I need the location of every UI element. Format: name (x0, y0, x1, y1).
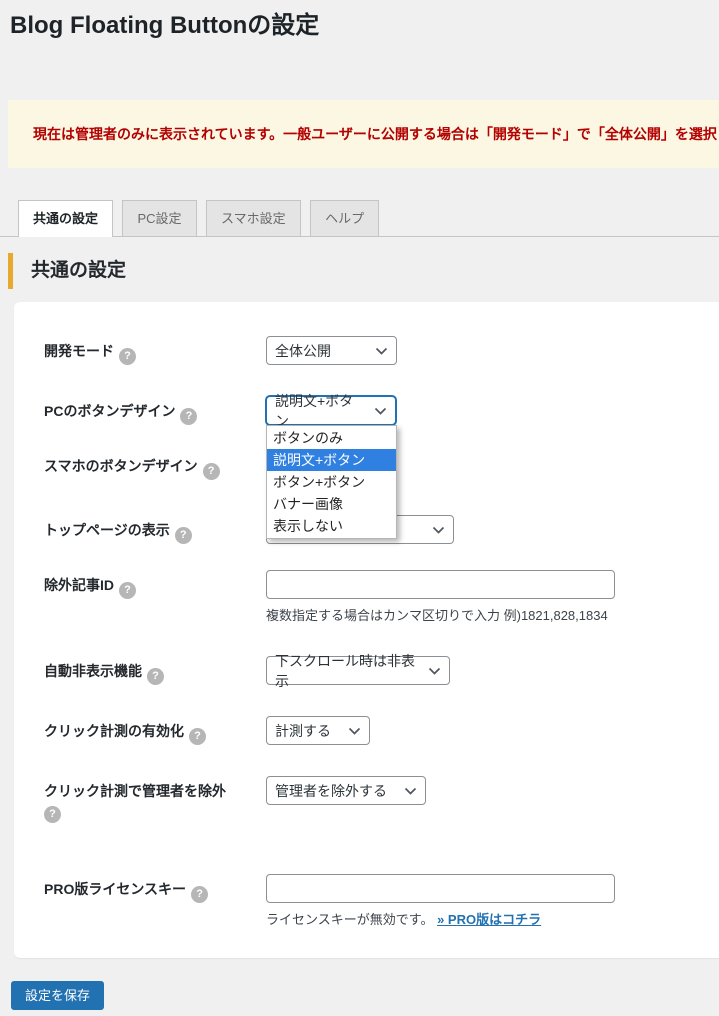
help-icon[interactable]: ? (44, 806, 61, 823)
chevron-down-icon (374, 407, 387, 415)
license-field-group: ライセンスキーが無効です。 » PRO版はコチラ (266, 874, 615, 928)
save-settings-button[interactable]: 設定を保存 (11, 981, 105, 1010)
pro-version-link[interactable]: » PRO版はコチラ (437, 912, 541, 927)
chevron-down-icon (375, 347, 388, 355)
chevron-down-icon (428, 667, 441, 675)
exclude-ids-field-group: 複数指定する場合はカンマ区切りで入力 例)1821,828,1834 (266, 570, 615, 624)
auto-hide-select[interactable]: 下スクロール時は非表示 (266, 653, 450, 689)
admin-notice-text: 現在は管理者のみに表示されています。一般ユーザーに公開する場合は「開発モード」で… (33, 126, 717, 142)
dev-mode-select-value: 全体公開 (275, 342, 331, 359)
section-heading: 共通の設定 (8, 253, 719, 289)
tab-pc-settings[interactable]: PC設定 (122, 200, 197, 236)
dev-mode-select[interactable]: 全体公開 (266, 336, 397, 365)
exclude-admin-select[interactable]: 管理者を除外する (266, 776, 426, 805)
option-banner-image[interactable]: バナー画像 (267, 493, 396, 515)
tab-help[interactable]: ヘルプ (310, 200, 380, 236)
top-page-label: トップページの表示? (44, 515, 266, 544)
pc-design-option-list: ボタンのみ 説明文+ボタン ボタン+ボタン バナー画像 表示しない (266, 425, 397, 539)
row-click-tracking: クリック計測の有効化? 計測する (44, 716, 719, 745)
click-track-select-value: 計測する (275, 722, 331, 739)
option-hide[interactable]: 表示しない (267, 515, 396, 537)
pc-design-select[interactable]: 説明文+ボタン (266, 393, 396, 429)
dev-mode-label: 開発モード? (44, 336, 266, 365)
help-icon[interactable]: ? (189, 728, 206, 745)
click-track-label: クリック計測の有効化? (44, 716, 266, 745)
license-status-text: ライセンスキーが無効です。 » PRO版はコチラ (266, 912, 542, 927)
page-title: Blog Floating Buttonの設定 (10, 12, 320, 39)
tab-common-settings[interactable]: 共通の設定 (18, 200, 114, 237)
help-icon[interactable]: ? (191, 886, 209, 903)
click-track-select[interactable]: 計測する (266, 716, 370, 745)
row-pro-license-key: PRO版ライセンスキー? ライセンスキーが無効です。 » PRO版はコチラ (44, 874, 719, 928)
exclude-admin-select-value: 管理者を除外する (275, 782, 387, 799)
exclude-ids-label: 除外記事ID? (44, 570, 266, 599)
auto-hide-label: 自動非表示機能? (44, 656, 266, 685)
help-icon[interactable]: ? (119, 348, 136, 365)
row-pc-button-design: PCのボタンデザイン? 説明文+ボタン ボタンのみ 説明文+ボタン ボタン+ボタ… (44, 393, 719, 539)
settings-panel: 開発モード? 全体公開 PCのボタンデザイン? 説明文+ボタン ボタンのみ 説明… (14, 302, 719, 958)
help-icon[interactable]: ? (180, 408, 198, 425)
help-icon[interactable]: ? (202, 463, 220, 480)
row-auto-hide: 自動非表示機能? 下スクロール時は非表示 (44, 653, 719, 689)
admin-notice-banner: 現在は管理者のみに表示されています。一般ユーザーに公開する場合は「開発モード」で… (8, 100, 719, 168)
sp-design-label: スマホのボタンデザイン? (44, 451, 266, 480)
option-buttons-only[interactable]: ボタンのみ (267, 427, 396, 449)
exclude-admin-label: クリック計測で管理者を除外? (44, 776, 266, 823)
row-exclude-post-ids: 除外記事ID? 複数指定する場合はカンマ区切りで入力 例)1821,828,18… (44, 570, 719, 624)
settings-tab-bar: 共通の設定 PC設定 スマホ設定 ヘルプ (0, 200, 719, 237)
row-exclude-admin-tracking: クリック計測で管理者を除外? 管理者を除外する (44, 776, 719, 823)
help-icon[interactable]: ? (119, 582, 136, 599)
auto-hide-select-value: 下スクロール時は非表示 (275, 652, 415, 689)
tab-smartphone-settings[interactable]: スマホ設定 (205, 200, 301, 236)
chevron-down-icon (432, 526, 445, 534)
chevron-down-icon (404, 787, 417, 795)
help-icon[interactable]: ? (147, 668, 164, 685)
exclude-ids-input[interactable] (266, 570, 615, 599)
pc-design-label: PCのボタンデザイン? (44, 396, 266, 425)
section-header: 共通の設定 (0, 237, 719, 302)
help-icon[interactable]: ? (174, 527, 192, 544)
pc-design-select-wrap: 説明文+ボタン ボタンのみ 説明文+ボタン ボタン+ボタン バナー画像 表示しな… (266, 393, 397, 539)
option-button-plus-button[interactable]: ボタン+ボタン (267, 471, 396, 493)
option-text-plus-button[interactable]: 説明文+ボタン (267, 449, 396, 471)
row-dev-mode: 開発モード? 全体公開 (44, 336, 719, 365)
chevron-down-icon (348, 727, 361, 735)
license-label: PRO版ライセンスキー? (44, 874, 266, 903)
license-key-input[interactable] (266, 874, 615, 903)
exclude-ids-helper-text: 複数指定する場合はカンマ区切りで入力 例)1821,828,1834 (266, 608, 608, 623)
